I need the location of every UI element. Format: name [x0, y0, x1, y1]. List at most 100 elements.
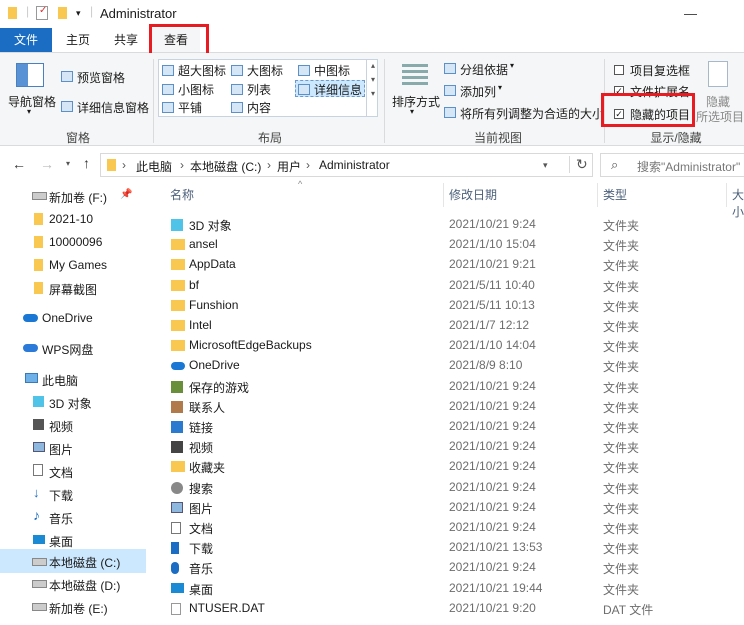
column-header-name[interactable]: 名称: [170, 186, 194, 203]
nav-item-documents[interactable]: 文档: [0, 460, 146, 482]
file-row[interactable]: 链接 2021/10/21 9:24 文件夹: [160, 417, 744, 437]
file-row[interactable]: 音乐 2021/10/21 9:24 文件夹: [160, 558, 744, 578]
hide-selected-icon[interactable]: [708, 61, 728, 87]
nav-item-label: 图片: [49, 443, 74, 457]
refresh-icon[interactable]: ↻: [569, 156, 588, 173]
file-row[interactable]: 3D 对象 2021/10/21 9:24 文件夹: [160, 215, 744, 235]
file-row[interactable]: MicrosoftEdgeBackups 2021/1/10 14:04 文件夹: [160, 336, 744, 356]
address-dropdown-icon[interactable]: ▾: [543, 160, 548, 171]
navigation-pane-icon[interactable]: [16, 63, 44, 87]
file-row[interactable]: OneDrive 2021/8/9 8:10 文件夹: [160, 356, 744, 376]
layout-list[interactable]: 列表: [247, 81, 271, 98]
new-folder-icon[interactable]: [58, 7, 67, 22]
forward-arrow-icon[interactable]: →: [40, 156, 54, 172]
nav-item-drive-f[interactable]: 新加卷 (F:) 📌: [0, 185, 146, 207]
file-row[interactable]: AppData 2021/10/21 9:21 文件夹: [160, 255, 744, 275]
layout-large-icons[interactable]: 大图标: [247, 62, 283, 79]
chevron-down-icon[interactable]: ▾: [510, 61, 514, 70]
address-bar[interactable]: › 此电脑 › 本地磁盘 (C:) › 用户 › Administrator ▾…: [100, 153, 593, 177]
file-name: ansel: [189, 237, 218, 252]
file-type: 文件夹: [603, 259, 640, 274]
sort-by-icon[interactable]: [402, 61, 428, 89]
file-row[interactable]: NTUSER.DAT 2021/10/21 9:20 DAT 文件: [160, 599, 744, 619]
file-row[interactable]: 视频 2021/10/21 9:24 文件夹: [160, 437, 744, 457]
breadcrumb-drive-c[interactable]: 本地磁盘 (C:): [190, 158, 261, 175]
nav-item-10000096[interactable]: 10000096: [0, 231, 146, 253]
breadcrumb-this-pc[interactable]: 此电脑: [136, 158, 172, 175]
file-row[interactable]: 下载 2021/10/21 13:53 文件夹: [160, 538, 744, 558]
size-all-columns-button[interactable]: 将所有列调整为合适的大小: [460, 105, 604, 122]
file-icon: [171, 602, 181, 615]
column-header-type[interactable]: 类型: [603, 186, 627, 203]
layout-small-icons[interactable]: 小图标: [178, 81, 214, 98]
layout-details[interactable]: 详细信息: [314, 81, 362, 98]
file-row[interactable]: ansel 2021/1/10 15:04 文件夹: [160, 235, 744, 255]
tab-home[interactable]: 主页: [56, 28, 100, 52]
sort-by-button[interactable]: 排序方式: [392, 93, 440, 110]
nav-item-music[interactable]: ♪ 音乐: [0, 506, 146, 528]
file-row[interactable]: Intel 2021/1/7 12:12 文件夹: [160, 316, 744, 336]
chevron-down-icon[interactable]: ▾: [410, 107, 414, 116]
layout-content[interactable]: 内容: [247, 99, 271, 116]
nav-item-drive-c[interactable]: 本地磁盘 (C:): [0, 549, 146, 573]
nav-item-drive-d[interactable]: 本地磁盘 (D:): [0, 573, 146, 595]
column-header-date[interactable]: 修改日期: [449, 186, 497, 203]
pin-icon[interactable]: 📌: [120, 189, 132, 200]
3d-objects-icon: [33, 396, 44, 407]
file-type: 文件夹: [603, 542, 640, 557]
item-checkboxes-label[interactable]: 项目复选框: [630, 62, 690, 79]
item-checkboxes-checkbox[interactable]: [614, 65, 624, 75]
file-row[interactable]: 桌面 2021/10/21 19:44 文件夹: [160, 579, 744, 599]
file-row[interactable]: 收藏夹 2021/10/21 9:24 文件夹: [160, 457, 744, 477]
nav-item-onedrive[interactable]: OneDrive: [0, 307, 146, 329]
preview-pane-icon: [61, 71, 73, 82]
navigation-pane-button[interactable]: 导航窗格: [8, 93, 56, 110]
nav-item-3d-objects[interactable]: 3D 对象: [0, 391, 146, 413]
properties-icon[interactable]: ✓: [36, 5, 48, 20]
nav-item-drive-e[interactable]: 新加卷 (E:): [0, 596, 146, 618]
file-row[interactable]: 保存的游戏 2021/10/21 9:24 文件夹: [160, 377, 744, 397]
file-date: 2021/1/10 14:04: [449, 338, 536, 353]
nav-item-videos[interactable]: 视频: [0, 414, 146, 436]
3d-objects-icon: [171, 219, 183, 231]
nav-item-desktop[interactable]: 桌面: [0, 529, 146, 551]
nav-item-pictures[interactable]: 图片: [0, 437, 146, 459]
search-box[interactable]: ⌕ 搜索"Administrator": [600, 153, 744, 177]
group-label-current-view: 当前视图: [473, 131, 522, 145]
add-columns-button[interactable]: 添加列: [460, 83, 496, 100]
nav-item-this-pc[interactable]: 此电脑: [0, 368, 146, 390]
back-arrow-icon[interactable]: ←: [12, 156, 26, 172]
quick-access-dropdown-icon[interactable]: ▾: [76, 8, 81, 19]
chevron-down-icon[interactable]: ▾: [27, 107, 31, 116]
up-arrow-icon[interactable]: ↑: [83, 155, 90, 171]
preview-pane-button[interactable]: 预览窗格: [77, 69, 125, 86]
chevron-right-icon: ›: [122, 158, 126, 172]
nav-item-2021-10[interactable]: 2021-10: [0, 208, 146, 230]
layout-tiles[interactable]: 平铺: [178, 99, 202, 116]
file-row[interactable]: bf 2021/5/11 10:40 文件夹: [160, 276, 744, 296]
tab-file[interactable]: 文件: [0, 28, 52, 52]
nav-item-my-games[interactable]: My Games: [0, 254, 146, 276]
breadcrumb-users[interactable]: 用户: [277, 158, 301, 175]
breadcrumb-administrator[interactable]: Administrator: [319, 158, 390, 172]
nav-item-screenshots[interactable]: 屏幕截图: [0, 277, 146, 299]
tab-share[interactable]: 共享: [104, 28, 148, 52]
group-by-button[interactable]: 分组依据: [460, 61, 508, 78]
file-row[interactable]: Funshion 2021/5/11 10:13 文件夹: [160, 296, 744, 316]
file-row[interactable]: 文档 2021/10/21 9:24 文件夹: [160, 518, 744, 538]
layout-extra-large-icons[interactable]: 超大图标: [178, 62, 226, 79]
layout-medium-icons[interactable]: 中图标: [314, 62, 350, 79]
nav-item-downloads[interactable]: ↓ 下载: [0, 483, 146, 505]
search-input[interactable]: 搜索"Administrator": [637, 158, 740, 175]
layout-scroll[interactable]: ▴ ▾ ▾: [366, 59, 379, 117]
chevron-down-icon[interactable]: ▾: [498, 83, 502, 92]
details-pane-button[interactable]: 详细信息窗格: [77, 99, 149, 116]
nav-item-wps[interactable]: WPS网盘: [0, 337, 146, 359]
file-row[interactable]: 图片 2021/10/21 9:24 文件夹: [160, 498, 744, 518]
folder-icon: [171, 279, 185, 291]
recent-locations-icon[interactable]: ▾: [66, 159, 70, 168]
file-row[interactable]: 搜索 2021/10/21 9:24 文件夹: [160, 478, 744, 498]
file-row[interactable]: 联系人 2021/10/21 9:24 文件夹: [160, 397, 744, 417]
minimize-icon[interactable]: —: [684, 6, 697, 21]
file-type: DAT 文件: [603, 602, 654, 617]
